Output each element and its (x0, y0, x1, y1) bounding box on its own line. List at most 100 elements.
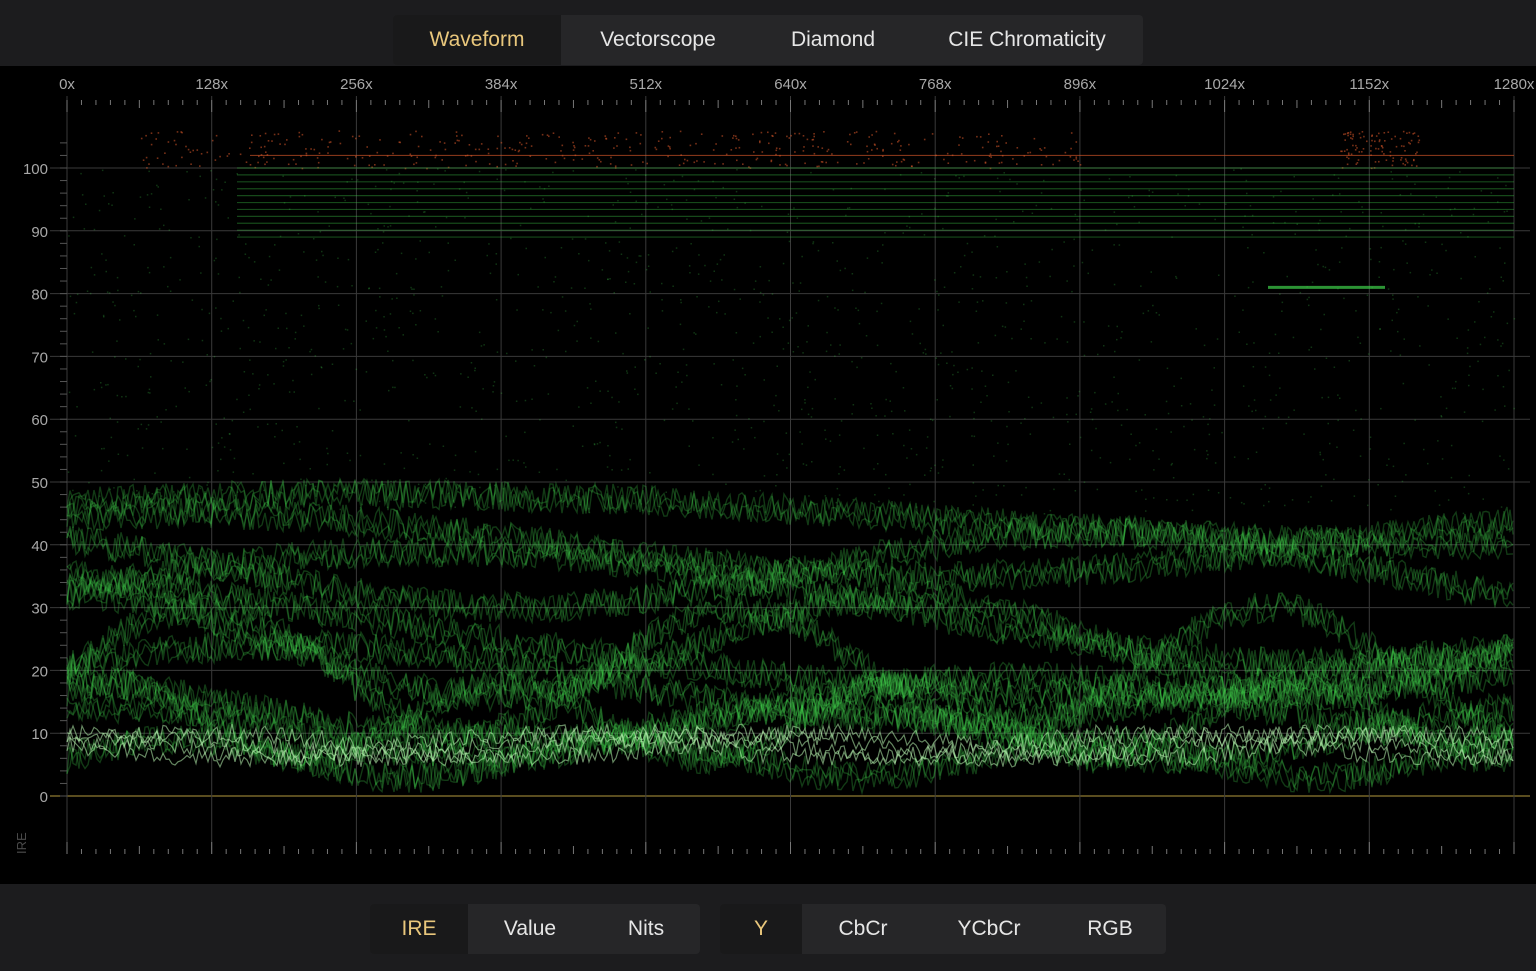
tab-cbcr[interactable]: CbCr (802, 904, 924, 954)
trace-dot (663, 184, 666, 186)
overshoot-dot (262, 156, 265, 159)
trace-dot (1103, 345, 1105, 347)
trace-dot (483, 344, 485, 346)
overshoot-dot (520, 143, 523, 146)
tab-y[interactable]: Y (720, 904, 802, 954)
trace-dot (1348, 360, 1350, 362)
trace-dot (303, 251, 305, 253)
trace-dot (206, 484, 208, 486)
trace-dot (412, 312, 414, 315)
trace-dot (97, 506, 99, 509)
overshoot-dot (321, 138, 323, 141)
trace-dot (149, 392, 151, 394)
trace-dot (685, 199, 688, 201)
tab-nits[interactable]: Nits (592, 904, 700, 954)
trace-dot (1040, 402, 1043, 404)
trace-dot (775, 485, 777, 487)
trace-dot (685, 364, 688, 366)
overshoot-dot (1075, 156, 1078, 158)
trace-dot (85, 203, 87, 205)
trace-dot (1145, 510, 1147, 512)
tab-diamond[interactable]: Diamond (755, 15, 911, 65)
overshoot-dot (730, 149, 733, 151)
trace-dot (112, 301, 114, 303)
trace-dot (1490, 192, 1493, 194)
overshoot-dot (1347, 152, 1350, 154)
overshoot-dot (772, 135, 774, 137)
trace-dot (1063, 473, 1065, 475)
trace-dot (1500, 276, 1502, 278)
trace-dot (417, 483, 420, 486)
trace-dot (1077, 395, 1079, 397)
trace-dot (452, 500, 454, 502)
y-tick-label: 70 (31, 349, 48, 366)
overshoot-dot (1001, 135, 1003, 137)
overshoot-dot (871, 134, 873, 136)
overshoot-dot (1413, 159, 1415, 162)
overshoot-dot (265, 151, 267, 153)
trace-dot (1264, 415, 1267, 418)
trace-dot (1390, 171, 1392, 173)
overshoot-dot (199, 165, 201, 167)
tab-ycbcr[interactable]: YCbCr (924, 904, 1054, 954)
tab-ire[interactable]: IRE (370, 904, 468, 954)
overshoot-dot (145, 156, 148, 159)
tab-waveform[interactable]: Waveform (393, 15, 561, 65)
trace-dot (1152, 450, 1154, 452)
trace-dot (496, 178, 498, 180)
trace-dot (1323, 313, 1325, 316)
trace-dot (488, 243, 490, 245)
overshoot-dot (616, 145, 618, 147)
overshoot-dot (267, 140, 270, 142)
trace-dot (351, 285, 353, 287)
trace-dot (1339, 397, 1341, 399)
overshoot-dot (1343, 150, 1346, 152)
trace-dot (807, 413, 810, 416)
trace-dot (285, 359, 287, 361)
tab-cie-chromaticity[interactable]: CIE Chromaticity (911, 15, 1143, 65)
trace-dot (836, 260, 838, 262)
overshoot-dot (164, 152, 166, 154)
overshoot-dot (167, 165, 170, 168)
tab-value[interactable]: Value (468, 904, 592, 954)
trace-dot (242, 319, 245, 322)
trace-dot (1203, 344, 1206, 347)
overshoot-dot (1381, 150, 1383, 153)
trace-dot (1324, 266, 1327, 269)
trace-dot (223, 417, 225, 419)
overshoot-dot (512, 160, 514, 162)
trace-dot (676, 402, 678, 405)
trace-dot (88, 481, 90, 484)
trace-dot (826, 331, 828, 334)
trace-dot (1251, 234, 1253, 236)
trace-dot (649, 355, 651, 358)
trace-dot (1417, 296, 1419, 298)
trace-dot (359, 507, 362, 509)
overshoot-dot (855, 131, 858, 133)
trace-dot (759, 335, 761, 338)
trace-dot (133, 478, 135, 481)
trace-dot (1027, 396, 1030, 398)
trace-dot (999, 190, 1001, 193)
trace-dot (1391, 319, 1393, 322)
trace-dot (837, 309, 839, 311)
trace-dot (237, 482, 239, 484)
overshoot-dot (721, 135, 724, 137)
trace-dot (1076, 218, 1078, 221)
trace-dot (1109, 461, 1112, 464)
tab-vectorscope[interactable]: Vectorscope (561, 15, 755, 65)
trace-dot (168, 229, 171, 231)
trace-dot (317, 276, 319, 278)
overshoot-dot (752, 133, 754, 136)
tab-rgb[interactable]: RGB (1054, 904, 1166, 954)
trace-dot (638, 255, 640, 257)
trace-dot (590, 337, 592, 339)
trace-dot (111, 204, 113, 206)
trace-dot (992, 374, 994, 376)
trace-dot (344, 328, 347, 331)
trace-dot (263, 314, 265, 317)
overshoot-dot (318, 152, 321, 154)
trace-dot (297, 233, 300, 235)
trace-dot (1030, 300, 1033, 302)
overshoot-dot (497, 135, 499, 138)
